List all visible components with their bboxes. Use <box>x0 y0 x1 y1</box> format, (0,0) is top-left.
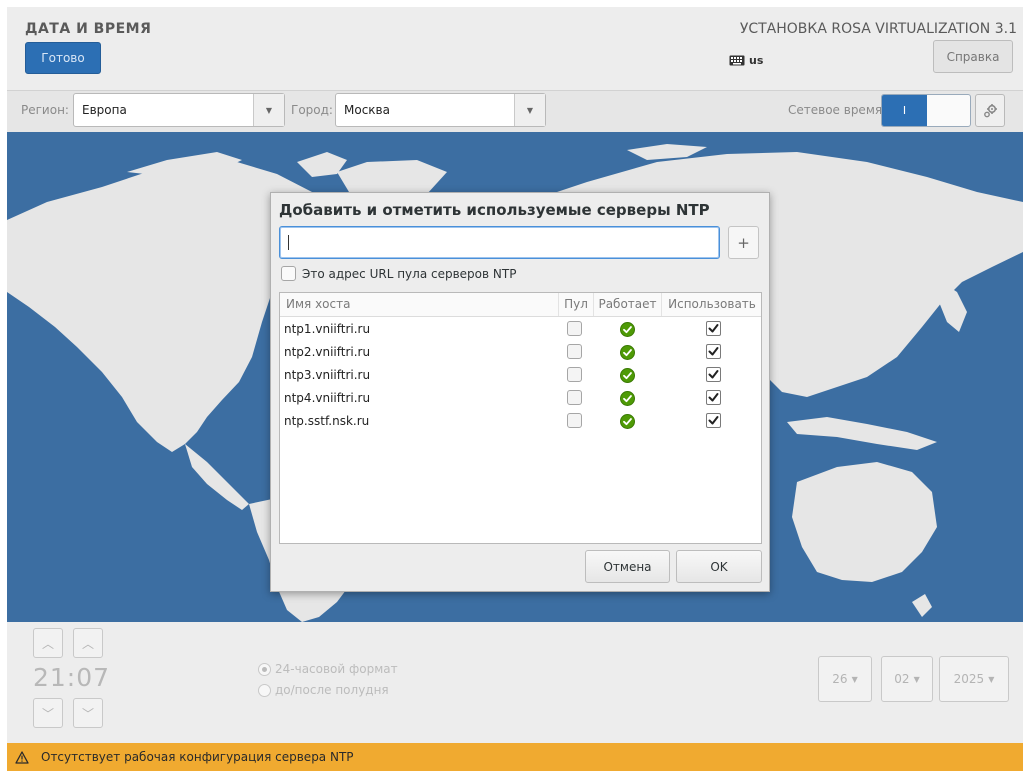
chevron-down-icon: ▼ <box>253 94 284 126</box>
column-header-working[interactable]: Работает <box>593 293 661 316</box>
product-title: УСТАНОВКА ROSA VIRTUALIZATION 3.1 <box>739 21 1017 37</box>
table-row[interactable]: ntp.sstf.nsk.ru <box>280 410 761 433</box>
table-row[interactable]: ntp1.vniiftri.ru <box>280 318 761 341</box>
pool-checkbox[interactable] <box>567 413 582 428</box>
help-button[interactable]: Справка <box>933 40 1013 73</box>
chevron-up-icon: ︿ <box>81 636 94 651</box>
chevron-down-icon: ▼ <box>514 94 545 126</box>
time-panel: ︿ ︿ 21:07 ﹀ ﹀ 24-часовой формат до/после… <box>7 622 1023 743</box>
region-toolbar: Регион: Европа ▼ Город: Москва ▼ Сетевое… <box>7 90 1023 132</box>
format-ampm-label: до/после полудня <box>275 683 389 697</box>
network-time-switch[interactable]: I <box>881 94 971 127</box>
ntp-servers-table: Имя хоста Пул Работает Использовать ntp1… <box>279 292 762 544</box>
warning-text: Отсутствует рабочая конфигурация сервера… <box>41 750 354 764</box>
working-status-icon <box>620 414 635 432</box>
hostname-cell: ntp1.vniiftri.ru <box>284 322 371 336</box>
chevron-down-icon: ▼ <box>851 674 858 684</box>
region-label: Регион: <box>21 103 69 117</box>
checkmark-icon <box>708 324 719 333</box>
region-combo[interactable]: Европа ▼ <box>73 93 285 127</box>
chevron-down-icon: ▼ <box>988 674 995 684</box>
use-checkbox[interactable] <box>706 344 721 359</box>
hour-down-button[interactable]: ﹀ <box>33 698 63 728</box>
pool-url-checkbox-label: Это адрес URL пула серверов NTP <box>302 266 517 281</box>
pool-checkbox[interactable] <box>567 367 582 382</box>
working-status-icon <box>620 368 635 386</box>
working-status-icon <box>620 345 635 363</box>
column-header-hostname[interactable]: Имя хоста <box>280 293 558 316</box>
keyboard-layout-label: us <box>749 54 764 67</box>
working-status-icon <box>620 391 635 409</box>
use-checkbox[interactable] <box>706 413 721 428</box>
minute-up-button[interactable]: ︿ <box>73 628 103 658</box>
network-time-label: Сетевое время <box>788 103 883 117</box>
year-combo[interactable]: 2025 ▼ <box>939 656 1009 702</box>
format-ampm-option[interactable]: до/после полудня <box>258 683 389 697</box>
format-24h-label: 24-часовой формат <box>275 662 398 676</box>
pool-checkbox[interactable] <box>567 321 582 336</box>
text-caret <box>288 235 289 250</box>
use-checkbox[interactable] <box>706 367 721 382</box>
pool-checkbox[interactable] <box>567 344 582 359</box>
day-combo[interactable]: 26 ▼ <box>818 656 872 702</box>
hour-up-button[interactable]: ︿ <box>33 628 63 658</box>
table-row[interactable]: ntp4.vniiftri.ru <box>280 387 761 410</box>
chevron-up-icon: ︿ <box>41 636 54 651</box>
format-24h-option[interactable]: 24-часовой формат <box>258 662 398 676</box>
chevron-down-icon: ﹀ <box>81 706 94 721</box>
hostname-cell: ntp2.vniiftri.ru <box>284 345 371 359</box>
switch-on-indicator: I <box>882 95 927 126</box>
chevron-down-icon: ▼ <box>913 674 920 684</box>
checkmark-icon <box>708 393 719 402</box>
hostname-cell: ntp4.vniiftri.ru <box>284 391 371 405</box>
month-combo[interactable]: 02 ▼ <box>881 656 933 702</box>
gears-icon <box>984 103 997 117</box>
city-value: Москва <box>344 103 390 117</box>
warning-bar[interactable]: Отсутствует рабочая конфигурация сервера… <box>7 743 1023 771</box>
use-checkbox[interactable] <box>706 390 721 405</box>
day-value: 26 <box>832 672 848 686</box>
keyboard-icon <box>729 55 745 66</box>
format-24h-radio[interactable] <box>258 662 271 676</box>
column-header-pool[interactable]: Пул <box>558 293 593 316</box>
city-combo[interactable]: Москва ▼ <box>335 93 546 127</box>
table-row[interactable]: ntp2.vniiftri.ru <box>280 341 761 364</box>
ntp-settings-button[interactable] <box>975 94 1005 127</box>
checkmark-icon <box>708 416 719 425</box>
done-button[interactable]: Готово <box>25 42 101 74</box>
checkmark-icon <box>708 370 719 379</box>
table-row[interactable]: ntp3.vniiftri.ru <box>280 364 761 387</box>
pool-url-checkbox-row[interactable]: Это адрес URL пула серверов NTP <box>281 266 516 281</box>
header: ДАТА И ВРЕМЯ Готово УСТАНОВКА ROSA VIRTU… <box>7 7 1023 90</box>
chevron-down-icon: ﹀ <box>41 706 54 721</box>
ok-button[interactable]: OK <box>676 550 762 583</box>
page-title: ДАТА И ВРЕМЯ <box>25 21 152 37</box>
hostname-cell: ntp3.vniiftri.ru <box>284 368 371 382</box>
use-checkbox[interactable] <box>706 321 721 336</box>
ntp-server-input[interactable] <box>279 226 720 259</box>
clock-display: 21:07 <box>33 663 111 692</box>
minute-down-button[interactable]: ﹀ <box>73 698 103 728</box>
year-value: 2025 <box>953 672 985 686</box>
hostname-cell: ntp.sstf.nsk.ru <box>284 414 370 428</box>
month-value: 02 <box>894 672 910 686</box>
pool-checkbox[interactable] <box>567 390 582 405</box>
keyboard-layout-indicator[interactable]: us <box>729 54 763 67</box>
format-ampm-radio[interactable] <box>258 683 271 697</box>
warning-icon <box>15 750 29 764</box>
checkmark-icon <box>708 347 719 356</box>
cancel-button[interactable]: Отмена <box>585 550 670 583</box>
table-header: Имя хоста Пул Работает Использовать <box>280 293 761 317</box>
add-server-button[interactable]: + <box>728 226 759 259</box>
city-label: Город: <box>291 103 333 117</box>
region-value: Европа <box>82 103 127 117</box>
working-status-icon <box>620 322 635 340</box>
dialog-title: Добавить и отметить используемые серверы… <box>279 201 710 219</box>
column-header-use[interactable]: Использовать <box>661 293 762 316</box>
pool-url-checkbox[interactable] <box>281 266 296 281</box>
ntp-servers-dialog: Добавить и отметить используемые серверы… <box>270 192 770 592</box>
